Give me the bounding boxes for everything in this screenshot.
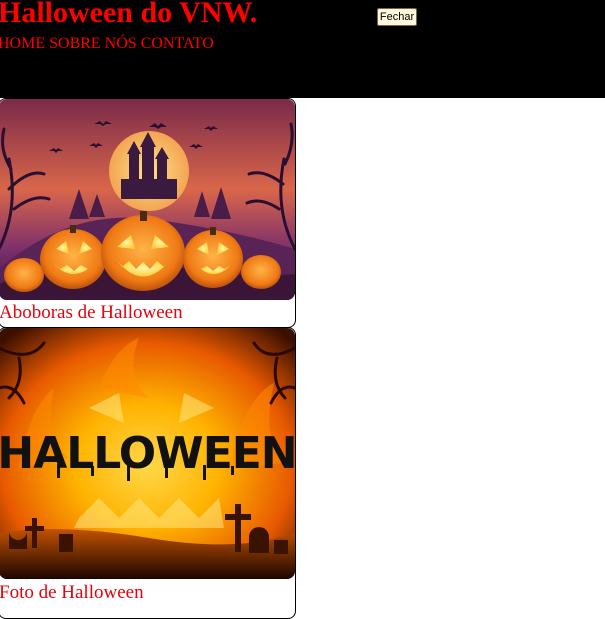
card-aboboras[interactable]: Aboboras de Halloween (0, 98, 296, 328)
site-title: Halloween do VNW. (0, 0, 258, 29)
nav-contato[interactable]: CONTATO (141, 35, 214, 52)
pumpkins-image (0, 99, 295, 300)
halloween-fire-image: HALLOWEEN (0, 328, 295, 579)
close-button[interactable]: Fechar (377, 8, 417, 26)
main-nav: HOME SOBRE NÓS CONTATO (0, 35, 214, 53)
card-foto-halloween[interactable]: HALLOWEEN Foto de Halloween (0, 327, 296, 619)
nav-home[interactable]: HOME (0, 35, 45, 52)
nav-sobre-nos[interactable]: SOBRE NÓS (49, 35, 137, 52)
halloween-title-text: HALLOWEEN (0, 428, 295, 479)
card-caption: Aboboras de Halloween (0, 302, 183, 323)
card-caption: Foto de Halloween (0, 582, 144, 603)
site-header: Halloween do VNW. HOME SOBRE NÓS CONTATO… (0, 0, 605, 98)
